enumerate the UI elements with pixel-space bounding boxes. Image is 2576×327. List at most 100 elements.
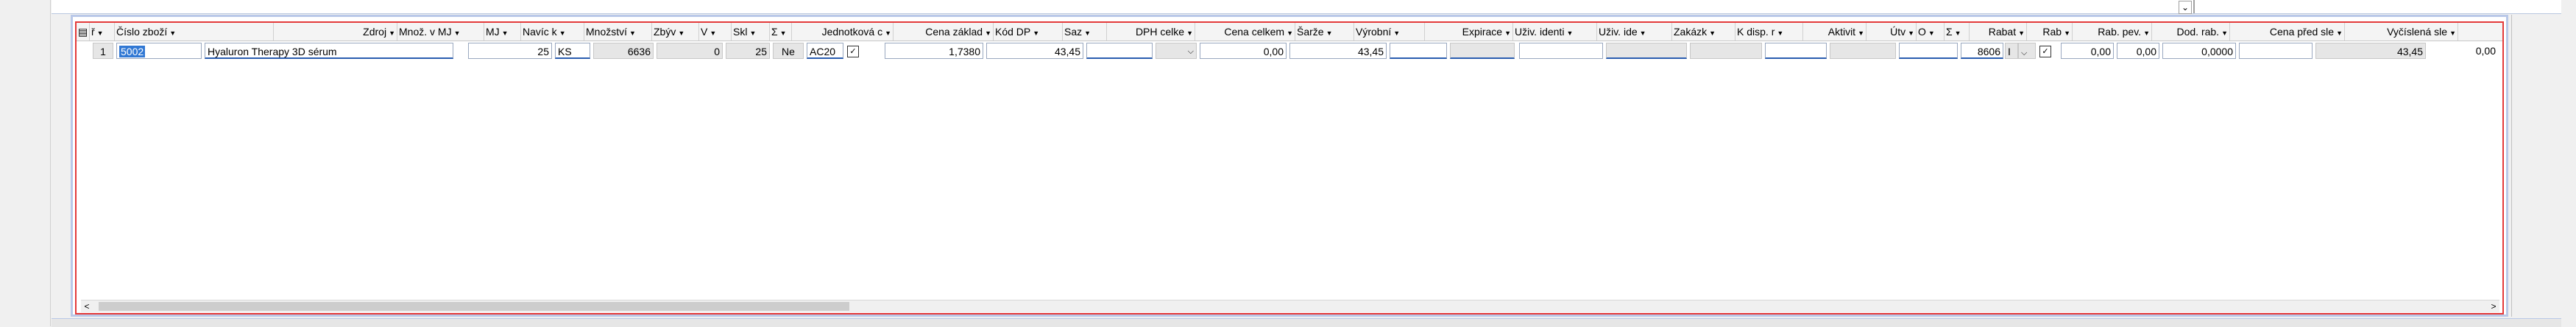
item-code-text: 5002 (119, 46, 146, 57)
cell-rabat[interactable]: 0,00 (2061, 43, 2114, 59)
sort-arrow-icon: ▼ (1639, 29, 1646, 37)
sort-arrow-icon: ▼ (1709, 29, 1716, 37)
cell-description[interactable]: Hyaluron Therapy 3D sérum (205, 43, 453, 59)
column-header-production[interactable]: Výrobní ▼ (1354, 23, 1425, 41)
column-header-sum-1[interactable]: Σ ▼ (770, 23, 792, 41)
sort-arrow-icon: ▼ (779, 29, 787, 37)
cell-activity[interactable] (1899, 43, 1958, 59)
cell-order[interactable] (1765, 43, 1827, 59)
column-header-vycislena[interactable]: Vyčíslená sle ▼ (2345, 23, 2458, 41)
column-header-dod-rab[interactable]: Dod. rab. ▼ (2152, 23, 2230, 41)
column-header-line[interactable]: ř ▼ (90, 23, 115, 41)
sort-arrow-icon: ▼ (501, 29, 509, 37)
cell-unit-price[interactable]: 1,7380 (885, 43, 983, 59)
table-row[interactable]: 1 5002 Hyaluron Therapy 3D sérum 25 KS 6… (77, 41, 2502, 60)
column-header-batch[interactable]: Šarže ▼ (1295, 23, 1354, 41)
column-header-qty-mj[interactable]: Množ. v MJ ▼ (397, 23, 484, 41)
column-header-v[interactable]: V ▼ (699, 23, 732, 41)
cell-navic: 6636 (593, 43, 654, 59)
sort-arrow-icon: ▼ (1393, 29, 1401, 37)
cell-user-id-2 (1690, 43, 1762, 59)
cell-utv-extra: I (2005, 43, 2018, 59)
sort-arrow-icon: ▼ (2221, 29, 2228, 37)
column-header-navic[interactable]: Navíc k ▼ (521, 23, 584, 41)
column-header-activity[interactable]: Aktivit ▼ (1803, 23, 1866, 41)
sort-arrow-icon: ▼ (985, 29, 991, 37)
cell-o-dropdown[interactable]: ⌵ (2018, 43, 2036, 59)
column-header-o[interactable]: O ▼ (1917, 23, 1945, 41)
column-header-source[interactable]: Zdroj ▼ (274, 23, 397, 41)
cell-batch[interactable] (1390, 43, 1447, 59)
grid-frame: ▤ ř ▼ Číslo zboží ▼ Zdroj ▼ Množ. v MJ ▼ MJ ▼… (71, 15, 2508, 317)
cell-rab-pev[interactable]: 0,0000 (2162, 43, 2236, 59)
horizontal-scrollbar[interactable]: < > (81, 300, 2499, 312)
cell-skl[interactable]: AC20 (807, 43, 843, 59)
column-header-zbyva[interactable]: Zbýv ▼ (652, 23, 699, 41)
column-header-total-price[interactable]: Cena celkem ▼ (1195, 23, 1295, 41)
cell-vycislena: 0,00 (2475, 45, 2496, 57)
column-header-vat-total[interactable]: DPH celke ▼ (1107, 23, 1195, 41)
chevron-down-icon: ⌄ (2181, 2, 2190, 13)
column-header-order[interactable]: Zakázk ▼ (1672, 23, 1735, 41)
scroll-left-icon[interactable]: < (81, 300, 93, 312)
cell-vat-code[interactable] (1086, 43, 1153, 59)
right-edge-panel (2511, 15, 2516, 317)
cell-expiry[interactable] (1519, 43, 1603, 59)
sort-arrow-icon: ▼ (2143, 29, 2150, 37)
column-header-user-id-2[interactable]: Uživ. ide ▼ (1597, 23, 1672, 41)
column-header-rab-pev[interactable]: Rab. pev. ▼ (2073, 23, 2152, 41)
column-header-base-price[interactable]: Cena základ ▼ (894, 23, 994, 41)
column-header-vat-code[interactable]: Kód DP ▼ (994, 23, 1063, 41)
column-header-skl[interactable]: Skl ▼ (732, 23, 770, 41)
sort-arrow-icon: ▼ (2064, 29, 2070, 37)
cell-item-code[interactable]: 5002 (116, 43, 202, 59)
cell-skl-checkbox[interactable]: ✓ (845, 43, 863, 59)
combo-dropdown-button[interactable]: ⌄ (2179, 1, 2192, 14)
document-lines-grid: ▤ ř ▼ Číslo zboží ▼ Zdroj ▼ Množ. v MJ ▼ MJ ▼… (75, 21, 2504, 314)
sort-arrow-icon: ▼ (678, 29, 685, 37)
cell-mj[interactable]: KS (555, 43, 590, 59)
column-header-available[interactable]: K disp. r ▼ (1735, 23, 1803, 41)
cell-rate[interactable]: ⌵ (1156, 43, 1197, 59)
chevron-down-icon: ⌵ (2021, 49, 2028, 57)
column-header-rabat[interactable]: Rabat ▼ (1970, 23, 2027, 41)
cell-zbyva: 25 (726, 43, 770, 59)
column-header-unit-price[interactable]: Jednotková c ▼ (792, 23, 894, 41)
cell-v: Ne (773, 43, 804, 59)
check-icon: ✓ (847, 46, 859, 58)
cell-dod-rab[interactable] (2239, 43, 2313, 59)
column-header-user-id-1[interactable]: Uživ. identi ▼ (1513, 23, 1597, 41)
column-header-expiry[interactable]: Expirace ▼ (1425, 23, 1513, 41)
bottom-status-bar (52, 318, 2561, 327)
cell-base-price[interactable]: 43,45 (986, 43, 1083, 59)
scroll-right-icon[interactable]: > (2488, 300, 2499, 312)
sort-arrow-icon: ▼ (1287, 29, 1293, 37)
check-icon: ✓ (2039, 46, 2051, 58)
column-header-mnozstvi[interactable]: Množství ▼ (584, 23, 652, 41)
sort-arrow-icon: ▼ (629, 29, 636, 37)
column-header-rate[interactable]: Saz ▼ (1063, 23, 1107, 41)
cell-user-id-1 (1606, 43, 1687, 59)
column-header-price-before[interactable]: Cena před sle ▼ (2230, 23, 2345, 41)
column-header-item-code[interactable]: Číslo zboží ▼ (115, 23, 274, 41)
sort-arrow-icon: ▼ (1954, 29, 1961, 37)
cell-o-checkbox[interactable]: ✓ (2037, 43, 2055, 59)
column-chooser-icon[interactable]: ▤ (77, 23, 90, 41)
sort-arrow-icon: ▼ (2018, 29, 2025, 37)
sort-arrow-icon: ▼ (389, 29, 395, 37)
sort-arrow-icon: ▼ (749, 29, 757, 37)
sort-arrow-icon: ▼ (2336, 29, 2343, 37)
cell-qty-mj[interactable]: 25 (468, 43, 552, 59)
column-header-mj[interactable]: MJ ▼ (484, 23, 521, 41)
sort-arrow-icon: ▼ (453, 29, 461, 37)
column-header-rab[interactable]: Rab ▼ (2027, 23, 2073, 41)
cell-total-price[interactable]: 43,45 (1289, 43, 1387, 59)
cell-production (1450, 43, 1515, 59)
column-header-sum-2[interactable]: Σ ▼ (1945, 23, 1970, 41)
scrollbar-thumb[interactable] (99, 302, 849, 311)
cell-vat-total[interactable]: 0,00 (1200, 43, 1287, 59)
cell-available (1830, 43, 1896, 59)
cell-rab[interactable]: 0,00 (2117, 43, 2159, 59)
cell-utv[interactable]: 8606 (1961, 43, 2003, 59)
column-header-utv[interactable]: Útv ▼ (1866, 23, 1917, 41)
